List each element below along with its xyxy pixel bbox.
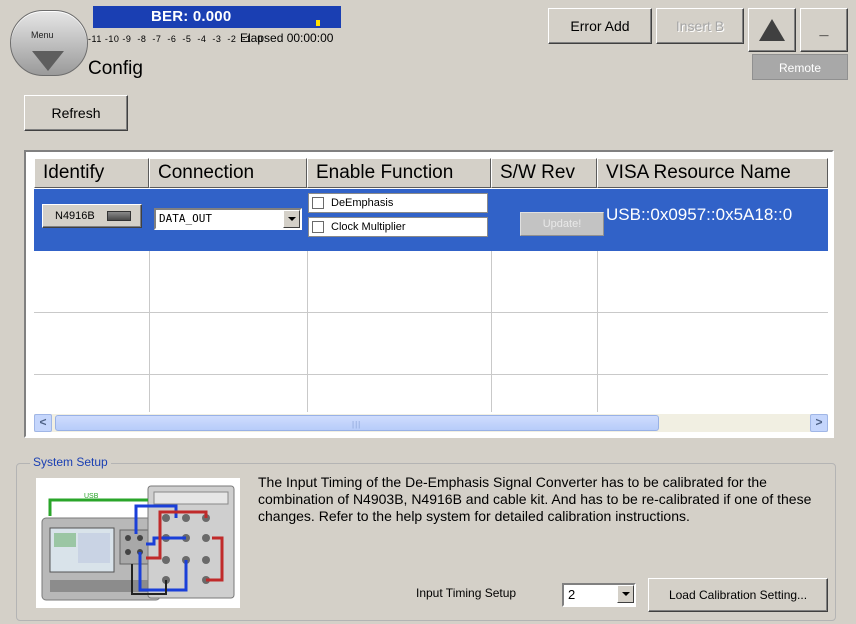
dropdown-button[interactable] xyxy=(617,585,634,603)
deemphasis-label: DeEmphasis xyxy=(331,197,394,209)
remote-indicator: Remote xyxy=(752,54,848,80)
load-calibration-button[interactable]: Load Calibration Setting... xyxy=(648,578,828,612)
identify-label: N4916B xyxy=(55,210,95,222)
ber-value: BER: 0.000 xyxy=(151,8,232,25)
column-header-identify[interactable]: Identify xyxy=(34,158,149,188)
identify-button[interactable]: N4916B xyxy=(42,204,142,228)
chevron-down-icon xyxy=(622,592,630,596)
menu-button[interactable]: Menu xyxy=(10,10,88,76)
ber-marker xyxy=(316,20,320,26)
usb-label: USB xyxy=(84,493,99,500)
column-divider xyxy=(307,251,308,412)
table-grid: Identify Connection Enable Function S/W … xyxy=(34,158,828,412)
warning-triangle-icon xyxy=(759,19,785,41)
clock-multiplier-checkbox[interactable] xyxy=(312,221,324,233)
refresh-button[interactable]: Refresh xyxy=(24,95,128,131)
warning-button[interactable] xyxy=(748,8,796,52)
dropdown-button[interactable] xyxy=(283,210,300,228)
identify-led-icon xyxy=(107,211,131,221)
page-title: Config xyxy=(88,58,143,79)
elapsed-time: Elapsed 00:00:00 xyxy=(240,31,334,45)
down-arrow-icon xyxy=(32,51,64,71)
chevron-down-icon xyxy=(288,217,296,221)
column-header-visa-resource-name[interactable]: VISA Resource Name xyxy=(597,158,828,188)
scroll-right-button[interactable]: > xyxy=(810,414,828,432)
connection-value: DATA_OUT xyxy=(159,212,212,225)
system-setup-legend: System Setup xyxy=(30,455,111,469)
column-divider xyxy=(149,251,150,412)
horizontal-scrollbar[interactable]: < ||| > xyxy=(34,414,828,432)
ber-scale: -11 -10 -9 -8 -7 -6 -5 -4 -3 -2 -1 0 xyxy=(88,34,263,44)
column-header-sw-rev[interactable]: S/W Rev xyxy=(491,158,597,188)
input-timing-value: 2 xyxy=(568,587,576,602)
scroll-left-button[interactable]: < xyxy=(34,414,52,432)
calibration-description: The Input Timing of the De-Emphasis Sign… xyxy=(258,474,812,524)
column-header-enable-function[interactable]: Enable Function xyxy=(307,158,491,188)
visa-resource-name: USB::0x0957::0x5A18::0 xyxy=(606,205,793,224)
instrument-setup-illustration: USB xyxy=(36,478,240,608)
column-divider xyxy=(491,251,492,412)
clock-multiplier-label: Clock Multiplier xyxy=(331,221,406,233)
enable-clock-multiplier-checkbox-row[interactable]: Clock Multiplier xyxy=(308,217,488,237)
row-divider xyxy=(34,312,828,313)
column-divider xyxy=(597,251,598,412)
system-setup-diagram: USB xyxy=(36,478,240,608)
scrollbar-grip: ||| xyxy=(352,420,362,429)
input-timing-select[interactable]: 2 xyxy=(562,583,636,607)
row-divider xyxy=(34,374,828,375)
minimize-button[interactable]: _ xyxy=(800,8,848,52)
update-button[interactable]: Update! xyxy=(520,212,604,236)
enable-deemphasis-checkbox-row[interactable]: DeEmphasis xyxy=(308,193,488,213)
table-header: Identify Connection Enable Function S/W … xyxy=(34,158,828,188)
connection-select[interactable]: DATA_OUT xyxy=(154,208,302,230)
instrument-table: Identify Connection Enable Function S/W … xyxy=(24,150,834,438)
deemphasis-checkbox[interactable] xyxy=(312,197,324,209)
error-add-button[interactable]: Error Add xyxy=(548,8,652,44)
ber-display: BER: 0.000 xyxy=(93,6,341,28)
scrollbar-thumb[interactable]: ||| xyxy=(55,415,659,431)
column-header-connection[interactable]: Connection xyxy=(149,158,307,188)
menu-label: Menu xyxy=(31,30,54,40)
insert-b-button[interactable]: Insert B xyxy=(656,8,744,44)
input-timing-label: Input Timing Setup xyxy=(416,586,517,600)
